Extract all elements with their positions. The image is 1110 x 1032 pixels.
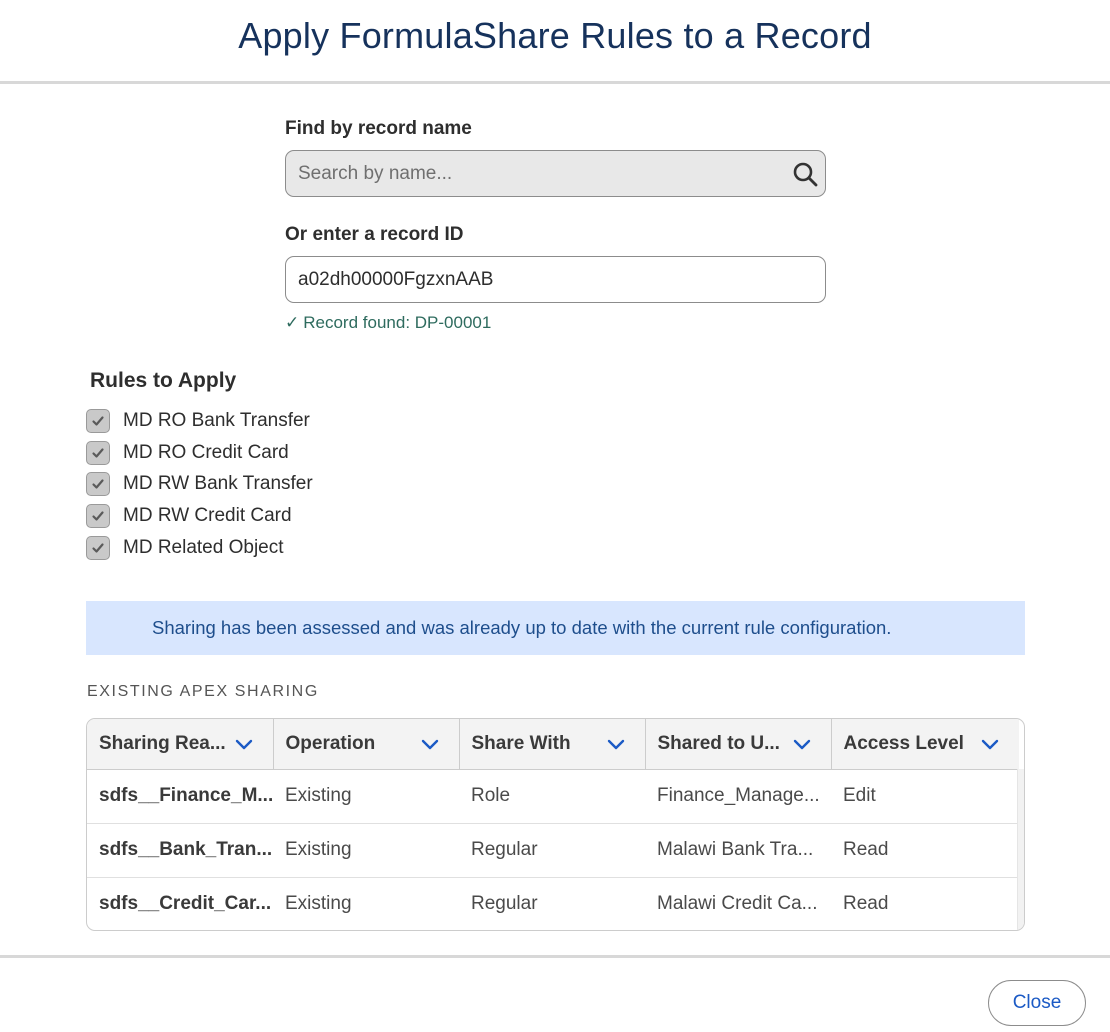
record-found-status: ✓ Record found: DP-00001 xyxy=(285,313,826,333)
rule-label: MD RW Credit Card xyxy=(123,505,292,527)
record-found-text: Record found: DP-00001 xyxy=(303,313,492,332)
modal-footer: Close xyxy=(0,955,1110,1032)
cell-sharing-reason: sdfs__Bank_Tran... xyxy=(87,823,273,878)
rule-item[interactable]: MD RW Bank Transfer xyxy=(86,469,313,501)
rules-title: Rules to Apply xyxy=(90,369,237,392)
info-banner-text: Sharing has been assessed and was alread… xyxy=(152,617,892,638)
rules-section: Rules to Apply MD RO Bank Transfer MD RO… xyxy=(86,369,313,564)
cell-access-level: Read xyxy=(843,893,889,915)
table-row: sdfs__Finance_M... Existing Role Finance… xyxy=(87,769,1019,824)
rule-label: MD RO Credit Card xyxy=(123,441,289,463)
column-header-access-level[interactable]: Access Level xyxy=(831,719,1019,770)
cell-operation: Existing xyxy=(273,769,459,824)
search-label: Find by record name xyxy=(285,118,472,139)
chevron-down-icon[interactable] xyxy=(605,733,627,755)
chevron-down-icon[interactable] xyxy=(979,733,1001,755)
cell-sharing-reason: sdfs__Credit_Car... xyxy=(99,893,272,915)
table-row: sdfs__Bank_Tran... Existing Regular Mala… xyxy=(87,823,1019,878)
cell-shared-to: Finance_Manage... xyxy=(645,769,831,824)
rule-item[interactable]: MD Related Object xyxy=(86,532,313,564)
checkmark-icon xyxy=(92,448,104,458)
table-header-row: Sharing Rea... Operation Share With Shar… xyxy=(87,719,1019,770)
rule-item[interactable]: MD RW Credit Card xyxy=(86,500,313,532)
cell-shared-to: Malawi Credit Ca... xyxy=(657,893,818,915)
column-header-share-with[interactable]: Share With xyxy=(459,719,646,770)
record-id-label: Or enter a record ID xyxy=(285,224,464,245)
rule-label: MD RW Bank Transfer xyxy=(123,473,313,495)
rule-label: MD Related Object xyxy=(123,536,284,558)
search-input[interactable] xyxy=(285,150,826,197)
close-button[interactable]: Close xyxy=(988,980,1086,1026)
record-id-input[interactable] xyxy=(285,256,826,303)
rule-item[interactable]: MD RO Bank Transfer xyxy=(86,405,313,437)
checkmark-icon xyxy=(92,416,104,426)
sharing-table: Sharing Rea... Operation Share With Shar… xyxy=(87,719,1019,930)
modal-header: Apply FormulaShare Rules to a Record xyxy=(0,0,1110,84)
sharing-section-heading: EXISTING APEX SHARING xyxy=(87,683,319,700)
search-box xyxy=(285,150,826,197)
rule-checkbox[interactable] xyxy=(86,472,110,497)
table-row: sdfs__Credit_Car... Existing Regular Mal… xyxy=(87,877,1019,930)
checkmark-icon xyxy=(92,479,104,489)
record-id-section: Or enter a record ID ✓ Record found: DP-… xyxy=(285,224,826,333)
modal-title: Apply FormulaShare Rules to a Record xyxy=(238,14,872,56)
cell-share-with: Role xyxy=(459,769,645,824)
cell-share-with: Regular xyxy=(459,823,645,878)
sharing-table-container: Sharing Rea... Operation Share With Shar… xyxy=(86,718,1025,931)
rule-checkbox[interactable] xyxy=(86,408,110,433)
checkmark-icon xyxy=(92,511,104,521)
chevron-down-icon[interactable] xyxy=(791,733,813,755)
column-header-shared-to[interactable]: Shared to U... xyxy=(645,719,832,770)
cell-sharing-reason: sdfs__Finance_M... xyxy=(87,769,273,824)
cell-operation: Existing xyxy=(273,823,459,878)
rule-label: MD RO Bank Transfer xyxy=(123,409,310,431)
column-header-operation[interactable]: Operation xyxy=(273,719,460,770)
table-scrollbar[interactable] xyxy=(1017,769,1024,930)
info-banner: Sharing has been assessed and was alread… xyxy=(86,601,1025,655)
chevron-down-icon[interactable] xyxy=(419,733,441,755)
cell-access-level: Edit xyxy=(831,769,1019,824)
rule-checkbox[interactable] xyxy=(86,440,110,465)
rule-checkbox[interactable] xyxy=(86,535,110,560)
checkmark-icon xyxy=(92,543,104,553)
cell-share-with: Regular xyxy=(471,893,538,915)
cell-operation: Existing xyxy=(285,893,352,915)
search-icon[interactable] xyxy=(792,161,818,187)
cell-shared-to: Malawi Bank Tra... xyxy=(645,823,831,878)
search-section: Find by record name xyxy=(285,118,826,197)
rule-item[interactable]: MD RO Credit Card xyxy=(86,437,313,469)
cell-access-level: Read xyxy=(831,823,1019,878)
chevron-down-icon[interactable] xyxy=(233,733,255,755)
column-header-sharing-reason[interactable]: Sharing Rea... xyxy=(87,719,274,770)
check-icon: ✓ xyxy=(285,313,300,332)
rule-checkbox[interactable] xyxy=(86,504,110,529)
rules-list: MD RO Bank Transfer MD RO Credit Card MD… xyxy=(86,405,313,564)
